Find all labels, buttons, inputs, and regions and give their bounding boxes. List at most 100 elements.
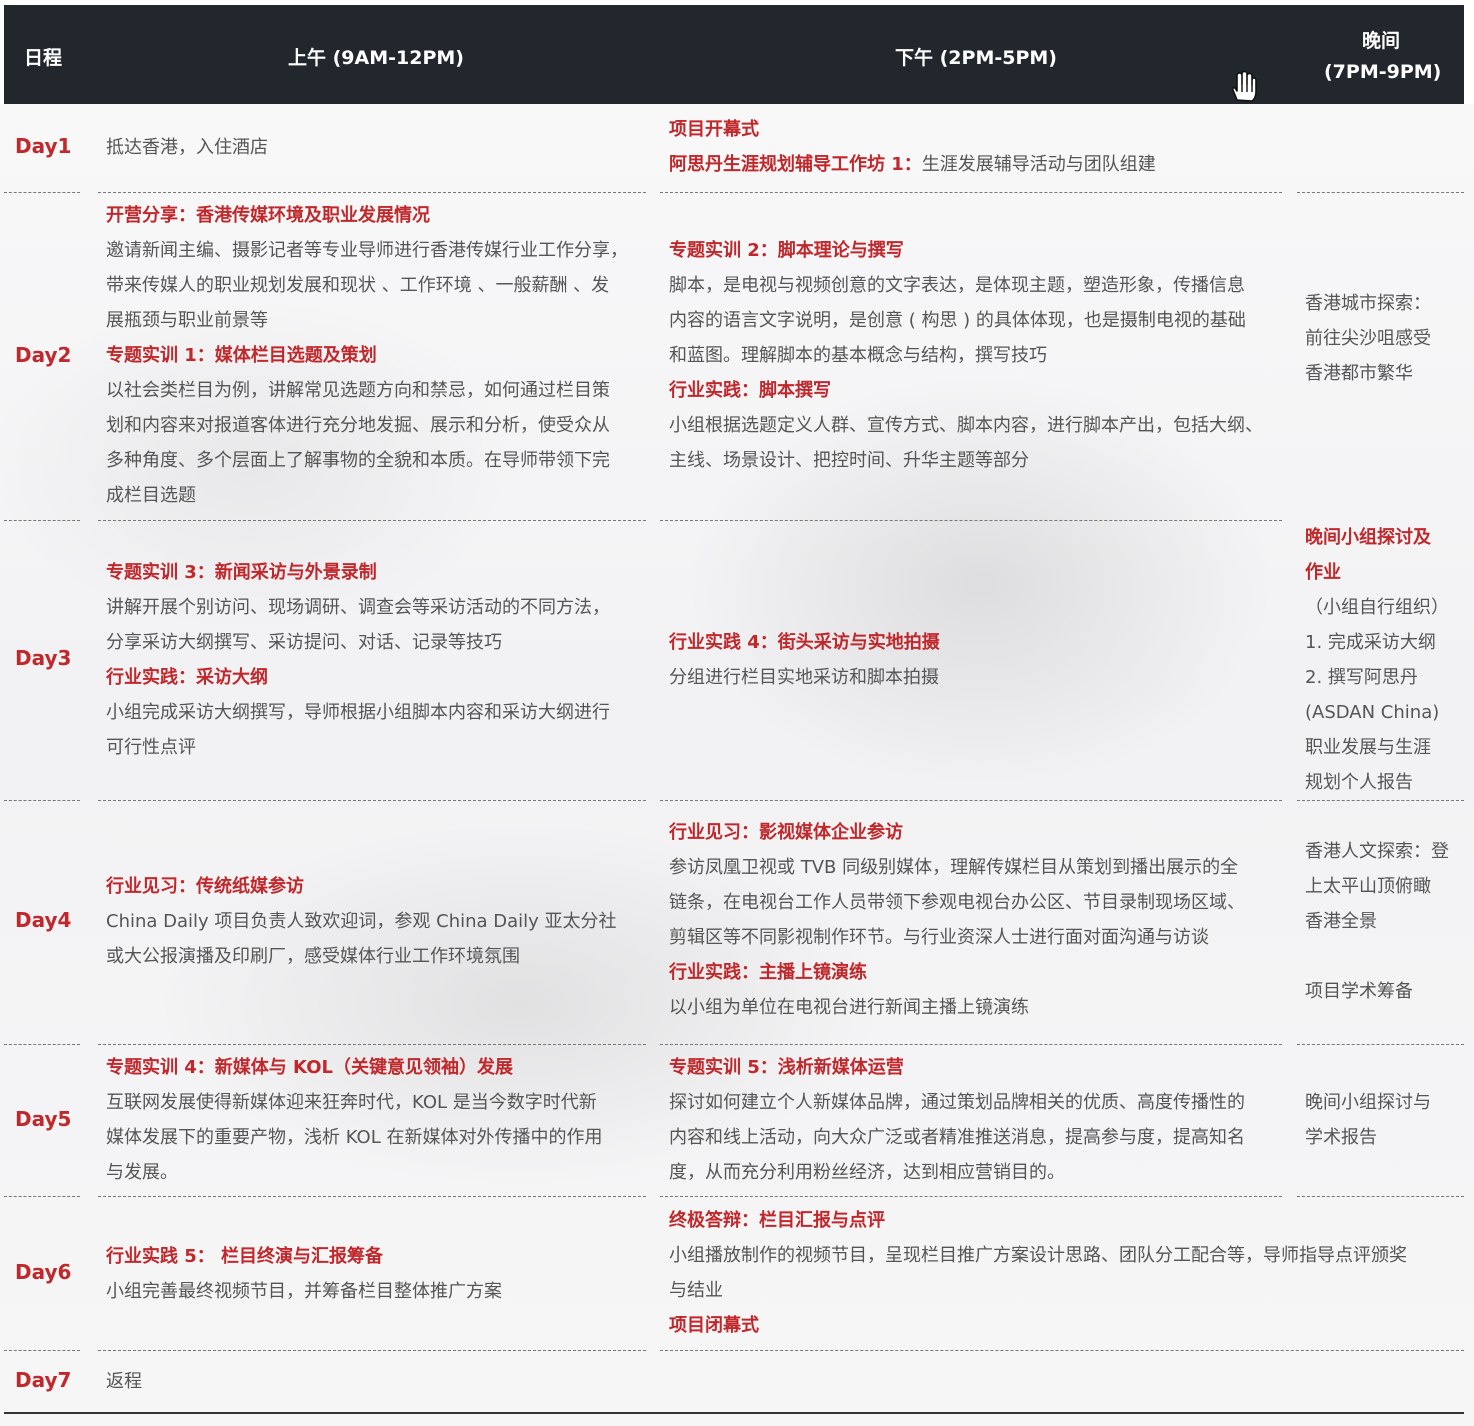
table-bottom-border [4, 1412, 1464, 1414]
row-divider [660, 800, 1282, 801]
cell-line: 与结业 [669, 1280, 723, 1301]
cell-line: 或大公报演播及印刷厂，感受媒体行业工作环境氛围 [106, 946, 520, 967]
row-divider [4, 1196, 80, 1197]
cell-line: 以社会类栏目为例，讲解常见选题方向和禁忌，如何通过栏目策 [106, 380, 610, 401]
cell-line: 分享采访大纲撰写、采访提问、对话、记录等技巧 [106, 632, 502, 653]
cell-line: 互联网发展使得新媒体迎来狂奔时代，KOL 是当今数字时代新 [106, 1092, 597, 1113]
cell-line: 链条，在电视台工作人员带领下参观电视台办公区、节目录制现场区域、 [669, 892, 1245, 913]
row-divider [98, 520, 646, 521]
cell-line: 2. 撰写阿思丹 [1305, 667, 1418, 688]
cell-line: 媒体发展下的重要产物，浅析 KOL 在新媒体对外传播中的作用 [106, 1127, 603, 1148]
day1-afternoon: 项目开幕式 阿思丹生涯规划辅导工作坊 1：生涯发展辅导活动与团队组建 [669, 112, 1156, 182]
day5-morning: 专题实训 4：新媒体与 KOL（关键意见领袖）发展互联网发展使得新媒体迎来狂奔时… [106, 1050, 602, 1190]
section-heading: 专题实训 5：浅析新媒体运营 [669, 1057, 904, 1078]
cell-line: 学术报告 [1305, 1127, 1377, 1148]
hand-cursor-icon [1231, 70, 1257, 102]
section-heading: 专题实训 3：新闻采访与外景录制 [106, 562, 377, 583]
section-heading: 专题实训 1：媒体栏目选题及策划 [106, 345, 377, 366]
section-heading: 行业见习：传统纸媒参访 [106, 876, 304, 897]
cell-line: 以小组为单位在电视台进行新闻主播上镜演练 [669, 997, 1029, 1018]
section-heading: 专题实训 2：脚本理论与撰写 [669, 240, 904, 261]
header-morning: 上午 (9AM-12PM) [288, 47, 464, 69]
cell-line: 与发展。 [106, 1162, 178, 1183]
day-label: Day2 [15, 343, 72, 367]
cell-line: (ASDAN China) [1305, 702, 1440, 723]
row-divider [660, 1196, 1282, 1197]
day-label: Day5 [15, 1107, 72, 1131]
cell-line: 小组播放制作的视频节目，呈现栏目推广方案设计思路、团队分工配合等，导师指导点评颁… [669, 1245, 1407, 1266]
cell-line: 上太平山顶俯瞰 [1305, 876, 1431, 897]
section-heading: 专题实训 4：新媒体与 KOL（关键意见领袖）发展 [106, 1057, 513, 1078]
day5-afternoon: 专题实训 5：浅析新媒体运营探讨如何建立个人新媒体品牌，通过策划品牌相关的优质、… [669, 1050, 1245, 1190]
section-heading: 晚间小组探讨及 [1305, 527, 1431, 548]
cell-line: 可行性点评 [106, 737, 196, 758]
cell-line: 香港全景 [1305, 911, 1377, 932]
header-evening-time: (7PM-9PM) [1324, 61, 1442, 83]
day3-morning: 专题实训 3：新闻采访与外景录制 讲解开展个别访问、现场调研、调查会等采访活动的不… [106, 555, 610, 765]
row-divider [98, 800, 646, 801]
cell-line: 规划个人报告 [1305, 772, 1413, 793]
row-divider [660, 1350, 1464, 1351]
day5-evening: 晚间小组探讨与 学术报告 [1305, 1085, 1431, 1155]
row-divider [4, 1044, 80, 1045]
section-heading: 作业 [1305, 562, 1341, 583]
day-label: Day3 [15, 646, 72, 670]
body-text: 生涯发展辅导活动与团队组建 [921, 154, 1156, 175]
row-divider [1297, 192, 1464, 193]
cell-line: 脚本，是电视与视频创意的文字表达，是体现主题，塑造形象，传播信息 [669, 275, 1245, 296]
day6-morning: 行业实践 5： 栏目终演与汇报筹备小组完善最终视频节目，并筹备栏目整体推广方案 [106, 1239, 502, 1309]
cell-line: 晚间小组探讨与 [1305, 1092, 1431, 1113]
cell-line: 小组完成采访大纲撰写，导师根据小组脚本内容和采访大纲进行 [106, 702, 610, 723]
day2-evening: 香港城市探索： 前往尖沙咀感受 香港都市繁华 [1305, 286, 1431, 391]
day4-morning: 行业见习：传统纸媒参访 China Daily 项目负责人致欢迎词，参观 Chin… [106, 869, 617, 974]
row-divider [1297, 800, 1464, 801]
day2-morning: 开营分享：香港传媒环境及职业发展情况 邀请新闻主编、摄影记者等专业导师进行香港传媒… [106, 198, 628, 513]
section-heading: 行业实践：脚本撰写 [669, 380, 831, 401]
day4-evening: 香港人文探索：登 上太平山顶俯瞰 香港全景 项目学术筹备 [1305, 834, 1449, 1009]
cell-line [1305, 939, 1449, 974]
section-heading: 项目闭幕式 [669, 1315, 759, 1336]
cell-line: 职业发展与生涯 [1305, 737, 1431, 758]
section-heading: 终极答辩：栏目汇报与点评 [669, 1210, 885, 1231]
day4-afternoon: 行业见习：影视媒体企业参访参访凤凰卫视或 TVB 同级别媒体，理解传媒栏目从策划… [669, 815, 1245, 1025]
cell-line: 度，从而充分利用粉丝经济，达到相应营销目的。 [669, 1162, 1065, 1183]
row-divider [4, 1350, 80, 1351]
row-divider [660, 520, 1282, 521]
cell-line: 展瓶颈与职业前景等 [106, 310, 268, 331]
row-divider [98, 192, 646, 193]
day2-afternoon: 专题实训 2：脚本理论与撰写脚本，是电视与视频创意的文字表达，是体现主题，塑造形… [669, 233, 1263, 478]
section-heading: 行业实践：主播上镜演练 [669, 962, 867, 983]
cell-line: 小组完善最终视频节目，并筹备栏目整体推广方案 [106, 1281, 502, 1302]
day-label: Day6 [15, 1260, 72, 1284]
cell-line: 1. 完成采访大纲 [1305, 632, 1436, 653]
section-heading: 行业实践 5： 栏目终演与汇报筹备 [106, 1246, 384, 1267]
day3-evening: 晚间小组探讨及 作业 （小组自行组织） 1. 完成采访大纲 2. 撰写阿思丹 (ASDAN… [1305, 520, 1449, 800]
cell-line: 香港人文探索：登 [1305, 841, 1449, 862]
row-divider [4, 192, 80, 193]
day-label: Day1 [15, 134, 72, 158]
cell-line: 探讨如何建立个人新媒体品牌，通过策划品牌相关的优质、高度传播性的 [669, 1092, 1245, 1113]
cell-line: 剪辑区等不同影视制作环节。与行业资深人士进行面对面沟通与访谈 [669, 927, 1209, 948]
cell-line: 香港城市探索： [1305, 293, 1431, 314]
section-heading: 项目开幕式 [669, 119, 759, 140]
cell-line: 内容和线上活动，向大众广泛或者精准推送消息，提高参与度，提高知名 [669, 1127, 1245, 1148]
day3-afternoon: 行业实践 4：街头采访与实地拍摄 分组进行栏目实地采访和脚本拍摄 [669, 625, 940, 695]
header-evening: 晚间 [1362, 30, 1401, 52]
cell-line: （小组自行组织） [1305, 597, 1449, 618]
row-divider [4, 520, 80, 521]
day-label: Day4 [15, 908, 72, 932]
row-divider [1297, 1196, 1464, 1197]
cell-line: 返程 [106, 1371, 142, 1392]
cell-line: 小组根据选题定义人群、宣传方式、脚本内容，进行脚本产出，包括大纲、 [669, 415, 1263, 436]
cell-line: 和蓝图。理解脚本的基本概念与结构，撰写技巧 [669, 345, 1047, 366]
cell-line: 带来传媒人的职业规划发展和现状 、工作环境 、一般薪酬 、发 [106, 275, 610, 296]
section-heading: 开营分享：香港传媒环境及职业发展情况 [106, 205, 430, 226]
cell-line: 参访凤凰卫视或 TVB 同级别媒体，理解传媒栏目从策划到播出展示的全 [669, 857, 1239, 878]
section-heading: 行业见习：影视媒体企业参访 [669, 822, 903, 843]
row-divider [1297, 1044, 1464, 1045]
row-divider [4, 800, 80, 801]
section-heading: 行业实践：采访大纲 [106, 667, 268, 688]
row-divider [98, 1350, 646, 1351]
cell-line: 多种角度、多个层面上了解事物的全貌和本质。在导师带领下完 [106, 450, 610, 471]
cell-line: 内容的语言文字说明，是创意 ( 构思 ) 的具体体现，也是摄制电视的基础 [669, 310, 1246, 331]
